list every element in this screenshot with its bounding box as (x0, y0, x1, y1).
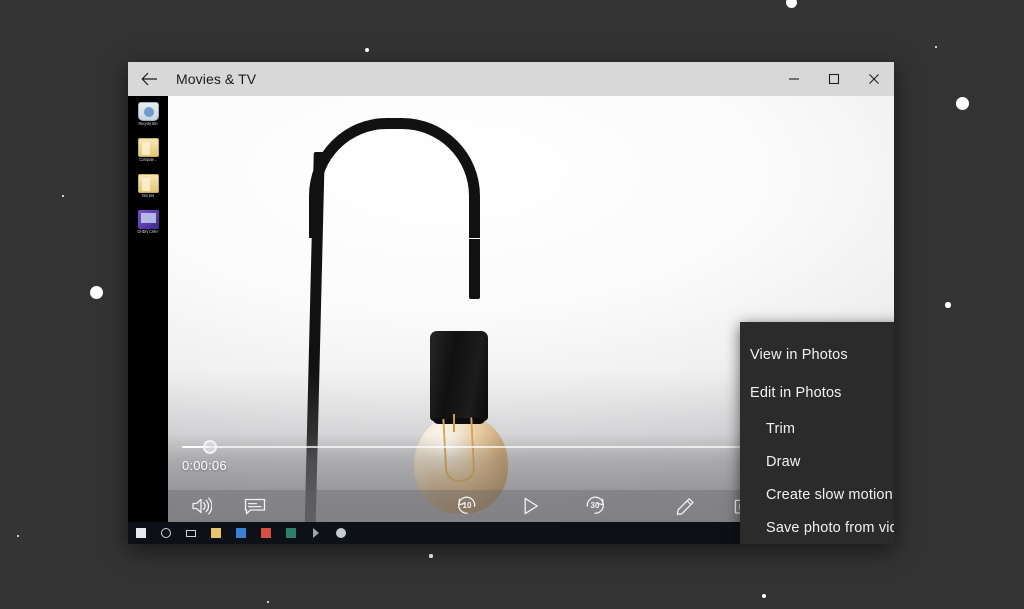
menu-item-label: Edit in Photos (750, 385, 842, 401)
movies-and-tv-window: Movies & TV Recycle Bin Compute... Not Set… (128, 62, 894, 544)
search-button-icon (160, 528, 171, 538)
close-icon (869, 74, 879, 84)
close-button[interactable] (854, 62, 894, 96)
window-title: Movies & TV (176, 71, 257, 87)
background-dot (429, 554, 433, 558)
previous-item-button[interactable] (168, 328, 180, 368)
play-icon (524, 497, 538, 515)
chevron-left-icon (168, 334, 170, 362)
photos-app-icon (260, 528, 271, 538)
edit-pen-button[interactable] (670, 491, 700, 521)
taskbar-movies-tv-app[interactable] (278, 522, 303, 544)
forward-30-label: 30 (590, 501, 600, 510)
rewind-10-label: 10 (462, 501, 472, 510)
background-dot (61, 194, 65, 198)
arrow-left-icon (140, 72, 157, 86)
lamp-socket-shape (430, 331, 488, 424)
rewind-10-button[interactable]: 10 (452, 491, 482, 521)
taskbar-edge-browser[interactable] (228, 522, 253, 544)
maximize-icon (828, 73, 840, 85)
context-menu: View in Photos Edit in Photos Trim Draw Crea… (740, 322, 894, 544)
taskbar-media-player[interactable] (303, 522, 328, 544)
menu-item-label: Draw (766, 453, 801, 470)
media-player-icon (312, 528, 319, 538)
task-view-button-icon (185, 529, 196, 537)
menu-item-label: Create slow motion video (766, 486, 894, 503)
controls-left-group (168, 491, 294, 521)
background-dot (945, 302, 951, 308)
menu-item[interactable]: Create slow motion video (740, 478, 894, 511)
menu-item[interactable]: Save photo from video (740, 511, 894, 544)
taskbar-task-view-button[interactable] (178, 522, 203, 544)
menu-item[interactable]: Draw (740, 445, 894, 478)
background-dot (762, 594, 766, 598)
taskbar-file-explorer[interactable] (203, 522, 228, 544)
maximize-button[interactable] (814, 62, 854, 96)
forward-30-button[interactable]: 30 (580, 491, 610, 521)
menu-item-label: Save photo from video (766, 519, 894, 536)
movies-tv-app-icon (285, 528, 296, 538)
menu-item[interactable]: View in Photos (740, 336, 894, 374)
menu-item-label: Trim (766, 420, 796, 437)
background-dot (266, 600, 270, 604)
background-dot (89, 285, 103, 299)
play-button[interactable] (516, 491, 546, 521)
taskbar-start-button[interactable] (128, 522, 153, 544)
start-button-icon (135, 528, 146, 538)
volume-icon (191, 497, 212, 515)
pen-icon (676, 497, 694, 515)
bulb-filament-stem (453, 414, 455, 432)
subtitles-button[interactable] (240, 491, 270, 521)
menu-item[interactable]: Trim (740, 412, 894, 445)
edge-browser-icon (235, 528, 246, 538)
taskbar-search-button[interactable] (153, 522, 178, 544)
elapsed-time-label: 0:00:06 (182, 458, 227, 473)
minimize-button[interactable] (774, 62, 814, 96)
settings-app-icon (335, 528, 346, 538)
background-dot (955, 96, 969, 110)
subtitles-icon (244, 498, 266, 515)
back-button[interactable] (128, 62, 170, 96)
volume-button[interactable] (186, 491, 216, 521)
minimize-icon (789, 78, 799, 80)
background-dot (934, 45, 938, 49)
menu-item-label: View in Photos (750, 347, 848, 363)
seek-thumb[interactable] (202, 440, 217, 454)
file-explorer-icon (210, 528, 221, 538)
taskbar-photos-app[interactable] (253, 522, 278, 544)
window-titlebar: Movies & TV (128, 62, 894, 96)
taskbar-settings-app[interactable] (328, 522, 353, 544)
background-dot (785, 0, 797, 8)
background-dot (16, 534, 20, 538)
background-dot (364, 47, 370, 53)
lamp-arm-shape (309, 118, 480, 299)
menu-item[interactable]: Edit in Photos (740, 374, 894, 412)
